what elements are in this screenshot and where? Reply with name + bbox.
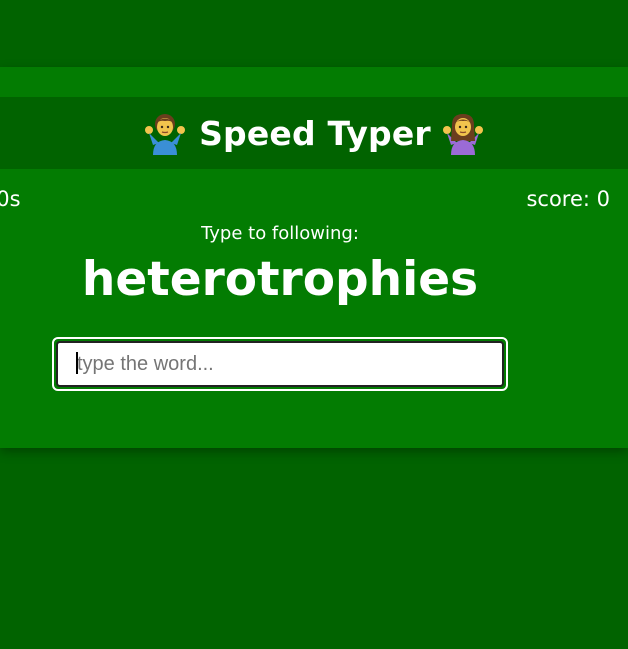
person-shrugging-icon bbox=[143, 111, 187, 155]
target-word: heterotrophies bbox=[81, 252, 479, 307]
prompt-label: Type to following: bbox=[201, 223, 359, 244]
time-left: time left: 10s bbox=[0, 187, 21, 211]
word-input[interactable] bbox=[56, 341, 504, 387]
header: Speed Typer bbox=[0, 97, 628, 169]
game-container: Speed Typer time left: 10s bbox=[0, 67, 628, 448]
woman-shrugging-icon bbox=[441, 111, 485, 155]
word-input-wrapper bbox=[52, 337, 508, 391]
score: score: 0 bbox=[526, 187, 610, 211]
app-title: Speed Typer bbox=[199, 113, 431, 153]
text-caret bbox=[76, 352, 78, 374]
